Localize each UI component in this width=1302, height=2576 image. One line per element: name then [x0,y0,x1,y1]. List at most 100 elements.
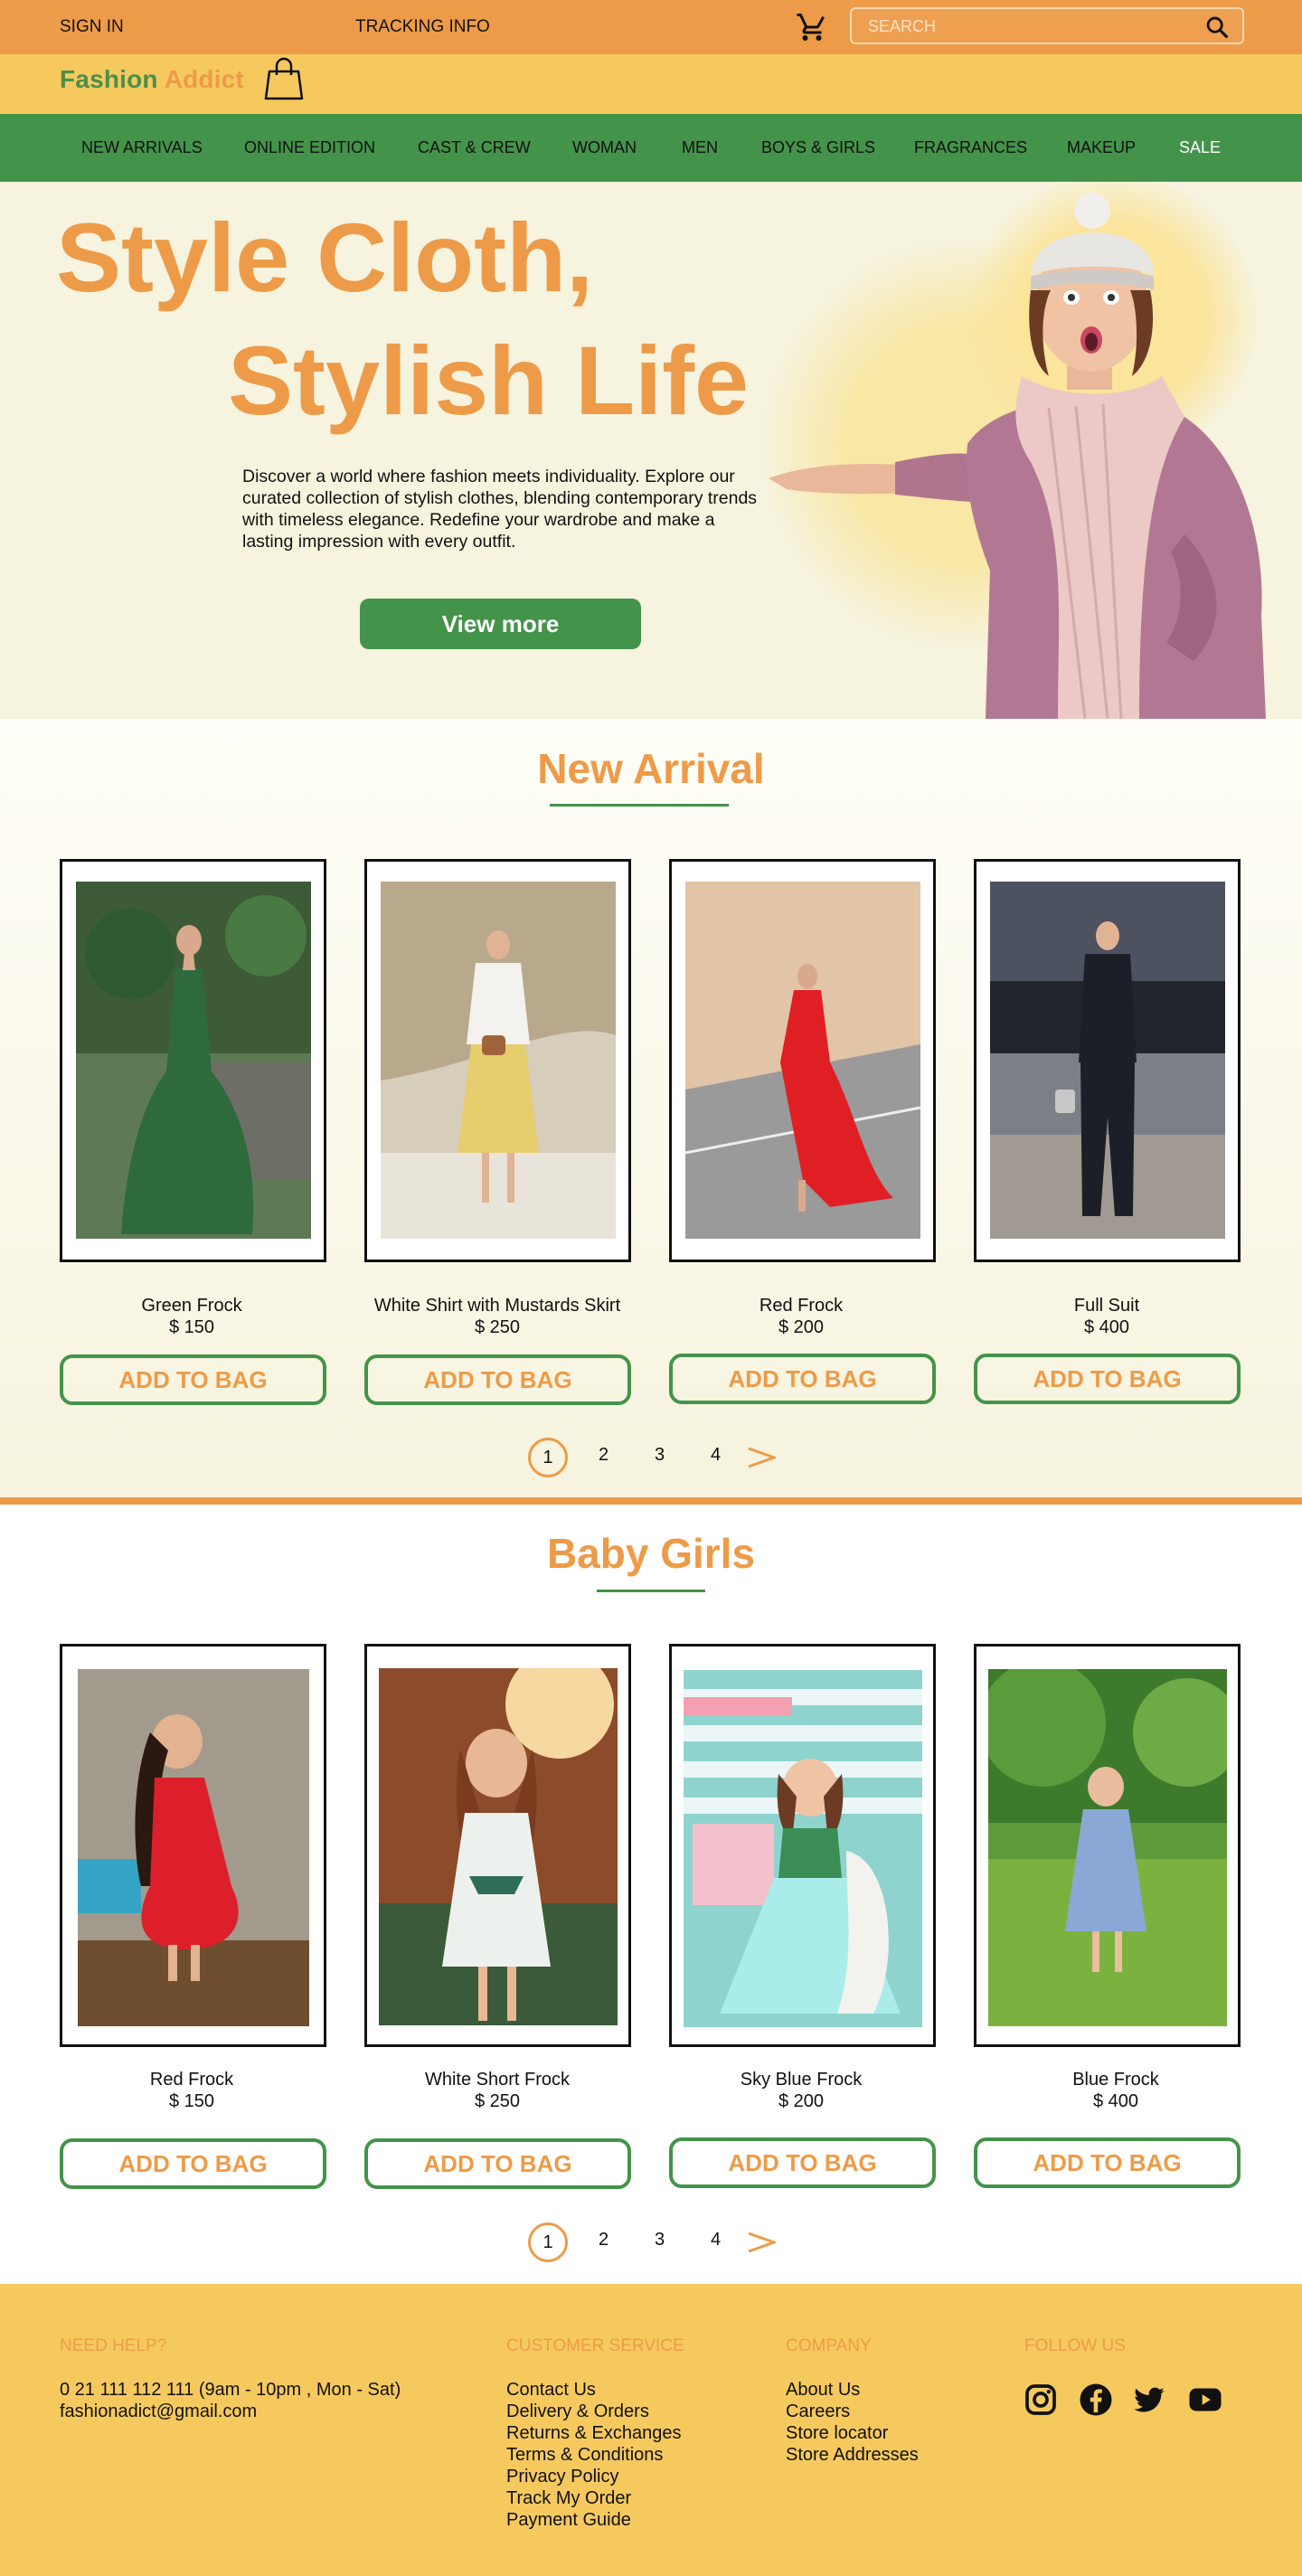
tracking-info-link[interactable]: TRACKING INFO [355,17,490,37]
product-card[interactable] [364,859,631,1262]
cart-icon[interactable] [796,9,828,45]
product-card[interactable] [364,1644,631,2047]
page-2-button[interactable]: 2 [599,2230,609,2250]
add-to-bag-button[interactable]: ADD TO BAG [60,1354,326,1405]
next-page-icon[interactable] [747,2228,776,2257]
product-image [379,1668,618,2025]
footer-link-delivery[interactable]: Delivery & Orders [506,2401,649,2422]
page-3-button[interactable]: 3 [655,1445,665,1466]
add-to-bag-button[interactable]: ADD TO BAG [364,1354,631,1405]
main-nav: NEW ARRIVALS ONLINE EDITION CAST & CREW … [0,114,1302,182]
footer-link-payment[interactable]: Payment Guide [506,2510,631,2531]
sign-in-link[interactable]: SIGN IN [60,17,124,37]
nav-new-arrivals[interactable]: NEW ARRIVALS [81,138,203,157]
product-card[interactable] [60,1644,326,2047]
product-image [685,882,920,1239]
add-to-bag-button[interactable]: ADD TO BAG [669,2137,936,2188]
product-card[interactable] [974,859,1241,1262]
product-price: $ 250 [474,1317,521,1337]
product-price: $ 200 [778,2091,825,2111]
footer-link-returns[interactable]: Returns & Exchanges [506,2423,681,2444]
search-input[interactable] [868,14,1194,38]
brand-logo[interactable]: Fashion Addict [60,65,244,94]
footer-link-about[interactable]: About Us [786,2380,860,2401]
nav-woman[interactable]: WOMAN [572,138,637,157]
nav-makeup[interactable]: MAKEUP [1067,138,1136,157]
footer-phone: 0 21 111 112 111 (9am - 10pm , Mon - Sat… [60,2380,401,2400]
footer-heading-company: COMPANY [786,2336,872,2355]
search-box [850,7,1244,44]
product-card[interactable] [669,859,936,1262]
logo-word-fashion: Fashion [60,65,158,93]
footer-link-store-locator[interactable]: Store locator [786,2423,888,2444]
hero-headline-line1: Style Cloth, [56,203,594,312]
search-icon[interactable] [1204,14,1230,40]
top-bar: SIGN IN TRACKING INFO [0,0,1302,54]
footer-link-terms[interactable]: Terms & Conditions [506,2445,663,2466]
title-underline [597,1590,705,1592]
instagram-icon[interactable] [1023,2382,1059,2418]
product-card[interactable] [60,859,326,1262]
product-card[interactable] [669,1644,936,2047]
add-to-bag-button[interactable]: ADD TO BAG [974,1354,1241,1404]
footer-heading-follow: FOLLOW US [1024,2336,1126,2355]
nav-boys-girls[interactable]: BOYS & GIRLS [761,138,875,157]
nav-cast-crew[interactable]: CAST & CREW [418,138,531,157]
product-price: $ 150 [168,1317,215,1337]
footer-link-store-addresses[interactable]: Store Addresses [786,2445,919,2466]
hero-model-image [769,193,1266,719]
page-3-button[interactable]: 3 [655,2230,665,2250]
footer-link-careers[interactable]: Careers [786,2401,850,2422]
logo-word-addict: Addict [164,65,245,93]
product-price: $ 150 [168,2091,215,2111]
nav-online-edition[interactable]: ONLINE EDITION [244,138,375,157]
product-name: Green Frock [141,1296,242,1316]
footer-heading-customer-service: CUSTOMER SERVICE [506,2336,684,2355]
facebook-icon[interactable] [1078,2382,1114,2418]
baby-girls-section: Baby Girls Red Frock $ 150 ADD TO BAG Wh… [0,1505,1302,2284]
footer-email[interactable]: fashionadict@gmail.com [60,2401,257,2422]
add-to-bag-button[interactable]: ADD TO BAG [364,2138,631,2189]
product-price: $ 200 [778,1317,825,1337]
footer-link-track-order[interactable]: Track My Order [506,2488,631,2509]
product-image [76,882,311,1239]
footer-heading-help: NEED HELP? [60,2336,167,2355]
nav-sale[interactable]: SALE [1179,138,1221,157]
product-price: $ 250 [474,2091,521,2111]
footer-link-contact[interactable]: Contact Us [506,2380,596,2401]
page-4-button[interactable]: 4 [711,1445,721,1466]
page-4-button[interactable]: 4 [711,2230,721,2250]
nav-men[interactable]: MEN [682,138,718,157]
page-2-button[interactable]: 2 [599,1445,609,1466]
nav-fragrances[interactable]: FRAGRANCES [914,138,1027,157]
product-name: Red Frock [759,1296,844,1316]
hero-banner: Style Cloth, Stylish Life Discover a wor… [0,182,1302,719]
product-card[interactable] [974,1644,1241,2047]
next-page-icon[interactable] [747,1443,776,1472]
product-name: White Short Frock [424,2070,571,2090]
hero-description: Discover a world where fashion meets ind… [242,467,758,552]
twitter-icon[interactable] [1131,2382,1167,2418]
hero-headline-line2: Stylish Life [228,326,750,435]
page-1-button[interactable]: 1 [528,1438,568,1477]
pagination: 1 2 3 4 [528,2222,781,2262]
add-to-bag-button[interactable]: ADD TO BAG [669,1354,936,1404]
section-title: New Arrival [537,745,765,792]
product-image [381,882,616,1239]
section-title: Baby Girls [546,1530,756,1577]
youtube-icon[interactable] [1187,2382,1223,2418]
add-to-bag-button[interactable]: ADD TO BAG [60,2138,326,2189]
product-price: $ 400 [1092,2091,1139,2111]
shopping-bag-icon [264,57,304,100]
product-name: Red Frock [149,2070,234,2090]
product-image [684,1670,922,2027]
footer-link-privacy[interactable]: Privacy Policy [506,2467,618,2487]
pagination: 1 2 3 4 [528,1438,781,1477]
view-more-button[interactable]: View more [360,599,641,649]
product-price: $ 400 [1083,1317,1130,1337]
new-arrival-section: New Arrival Green Frock $ 150 ADD TO BAG [0,719,1302,1498]
product-name: Full Suit [1073,1296,1140,1316]
page-1-button[interactable]: 1 [528,2222,568,2262]
add-to-bag-button[interactable]: ADD TO BAG [974,2137,1241,2188]
product-name: Sky Blue Frock [740,2070,863,2090]
